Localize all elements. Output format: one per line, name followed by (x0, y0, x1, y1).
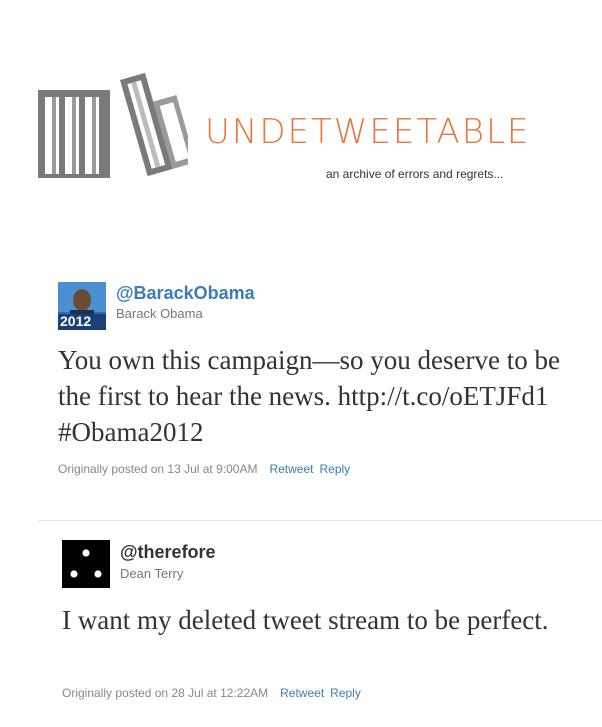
tweet-meta: Originally posted on 13 Jul at 9:00AM Ret… (58, 462, 350, 476)
reply-link[interactable]: Reply (319, 462, 350, 476)
avatar-badge-2012: 2012 (60, 313, 92, 329)
retweet-link[interactable]: Retweet (280, 686, 324, 700)
tweet-author-name: Barack Obama (116, 306, 203, 321)
undetweetable-logo[interactable] (38, 70, 196, 182)
site-title[interactable]: UNDETWEETABLE (205, 112, 530, 152)
tweet-posted-time: Originally posted on 13 Jul at 9:00AM (58, 462, 258, 476)
tweet-posted-time: Originally posted on 28 Jul at 12:22AM (62, 686, 269, 700)
tweet-meta: Originally posted on 28 Jul at 12:22AM Re… (62, 686, 361, 700)
therefore-avatar[interactable] (62, 540, 110, 588)
retweet-link[interactable]: Retweet (269, 462, 313, 476)
site-tagline: an archive of errors and regrets... (326, 167, 504, 181)
reply-link[interactable]: Reply (330, 686, 361, 700)
tweet-text: You own this campaign—so you deserve to … (58, 345, 560, 447)
obama-avatar[interactable]: 2012 (58, 282, 106, 330)
tweet-author-name: Dean Terry (120, 566, 184, 581)
tweet-text: I want my deleted tweet stream to be per… (62, 605, 549, 635)
tweet-handle[interactable]: @BarackObama (116, 283, 255, 304)
tweet-divider (38, 520, 602, 521)
tweet-handle[interactable]: @therefore (120, 542, 216, 563)
